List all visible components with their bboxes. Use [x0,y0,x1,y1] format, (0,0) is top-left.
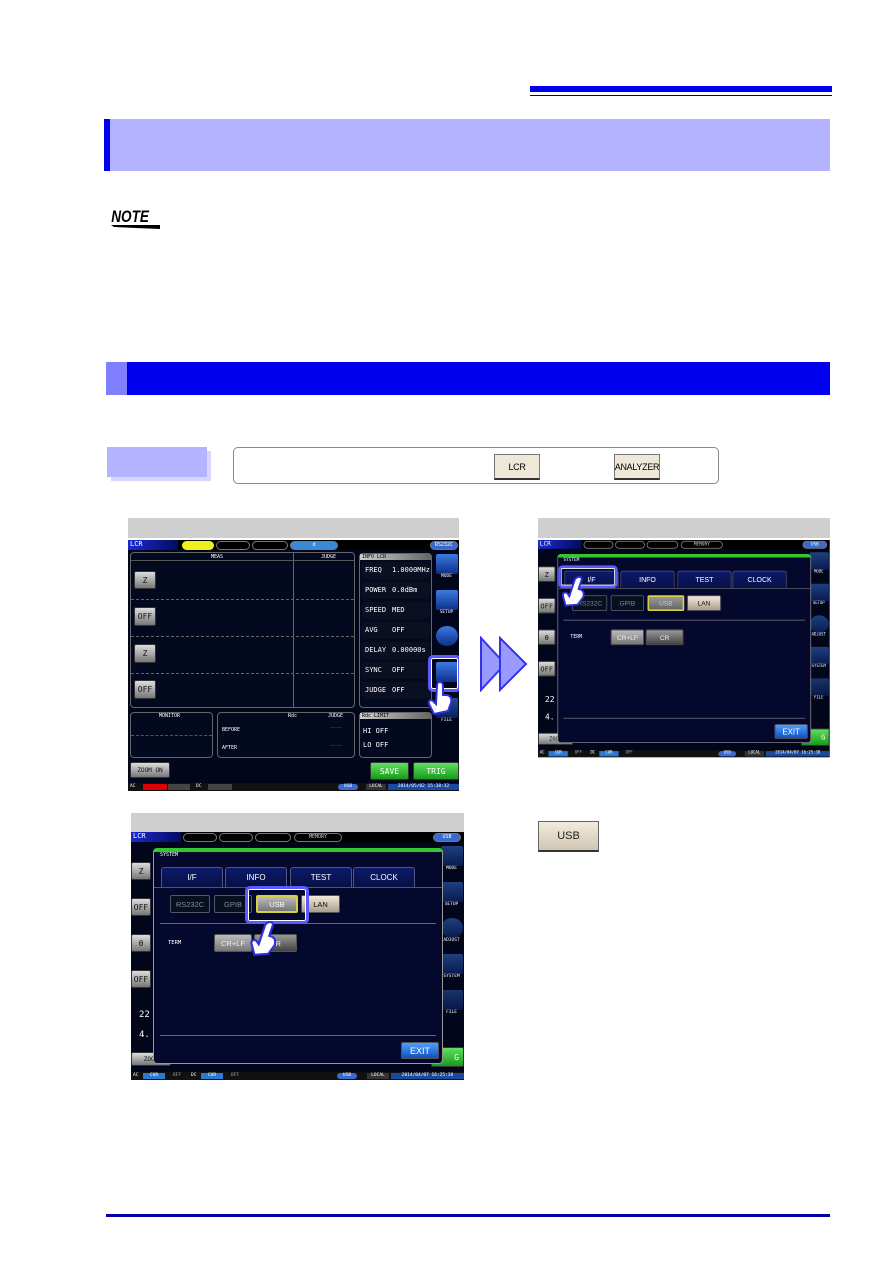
usb-key: USB [538,821,599,852]
term-label: TERM [168,940,182,946]
info-judge: JUDGE OFF [362,682,430,699]
setup-button[interactable]: SETUP [434,590,459,626]
param-pill-1[interactable] [182,541,214,550]
hand-pointer-icon [250,921,277,956]
dialog-title: SYSTEM [563,557,580,563]
info-panel: INFO LCR FREQ 1.0000MHz POWER 0.0dBm SPE… [359,553,432,708]
bg-param-button: Z [131,862,151,880]
note-logo: NOTE [111,208,160,229]
interface-badge: RS232C [430,541,458,550]
param1-button[interactable]: Z [134,571,156,589]
bg-param-button: Z [538,566,556,583]
bg-param-button: OFF [131,898,151,916]
info-freq: FREQ 1.0000MHz [362,562,430,579]
next-step-arrow-icon [480,636,528,692]
info-sync: SYNC OFF [362,662,430,679]
info-speed: SPEED MED [362,602,430,619]
info-header: INFO LCR [360,554,431,560]
tab-clock[interactable]: CLOCK [732,570,787,589]
exit-button[interactable]: EXIT [401,1042,439,1059]
analyzer-key: ANALYZER [614,454,660,480]
hand-pointer-icon [427,680,453,716]
mode-label: LCR [131,832,181,842]
rdc-panel: Rdc JUDGE BEFORE AFTER ---- ---- [217,712,355,758]
monitor-panel: MONITOR [130,712,213,758]
subsection-bar [106,362,830,395]
step2-caption [538,518,830,538]
bg-param-button: OFF [538,660,556,677]
rdc-limit-panel: Rdc LIMIT HI OFF LO OFF [359,712,432,758]
interface-badge: USB [433,833,461,842]
param-pill-3[interactable] [255,833,291,842]
memory-pill[interactable]: MEMORY [294,833,342,842]
step1-caption [128,518,459,538]
cr-lf-button[interactable]: CR+LF [610,629,644,646]
status-bar: AC DC USB LOCAL 2014/05/02 15:38:32 [128,783,459,791]
bg-param-button: θ [538,629,556,646]
mode-button[interactable]: MODE [434,554,459,590]
lcr-measurement-screen: LCR d RS232C MEAS JUDGE Z OFF Z OFF INFO… [128,540,459,791]
footer-rule [106,1214,830,1217]
param3-button[interactable]: Z [134,644,156,663]
step3-caption [131,813,464,832]
memory-pill[interactable]: MEMORY [680,540,723,549]
cr-lf-button[interactable]: CR+LF [214,934,252,952]
param-pill-1[interactable] [183,833,217,842]
param-pill-1[interactable] [583,540,614,549]
mode-label: LCR [128,540,178,550]
section-title-box [104,119,830,171]
param4-button[interactable]: OFF [134,680,156,699]
info-delay: DELAY 0.00000s [362,642,430,659]
info-avg: AVG OFF [362,622,430,639]
mode-label: LCR [538,540,582,549]
procedure-label [107,447,207,477]
system-if-screen-step2: LCR MEMORY USB Z OFF θ OFF 22 4. ZOOM G … [538,540,830,758]
bg-param-button: OFF [538,597,556,614]
param-pill-2[interactable] [615,540,645,549]
param-pill-d[interactable]: d [290,541,338,550]
header-rule-thick [530,86,832,92]
param-pill-3[interactable] [646,540,679,549]
lan-button[interactable]: LAN [686,595,722,611]
system-dialog: SYSTEM I/F INFO TEST CLOCK RS232C GPIB U… [153,848,443,1064]
header-rule-thin [530,95,832,96]
procedure-box: LCR ANALYZER [233,447,719,484]
touch-highlight [245,886,309,924]
svg-text:NOTE: NOTE [111,208,149,227]
tab-info[interactable]: INFO [225,867,287,887]
hand-pointer-icon [561,575,585,607]
term-label: TERM [570,634,583,640]
exit-button[interactable]: EXIT [774,723,808,739]
tab-if[interactable]: I/F [161,867,223,887]
param2-button[interactable]: OFF [134,607,156,626]
cr-button[interactable]: CR [645,629,684,646]
dialog-title: SYSTEM [160,852,179,858]
tab-info[interactable]: INFO [620,570,675,589]
meas-panel: MEAS JUDGE Z OFF Z OFF [130,552,355,708]
save-button[interactable]: SAVE [370,762,409,780]
tab-test[interactable]: TEST [290,867,352,887]
tab-clock[interactable]: CLOCK [353,867,415,887]
zoom-on-button[interactable]: ZOOM ON [130,762,170,778]
tab-test[interactable]: TEST [677,570,732,589]
lcr-key: LCR [494,454,540,480]
gpib-button[interactable]: GPIB [610,595,644,611]
rs232c-button[interactable]: RS232C [170,895,210,913]
info-power: POWER 0.0dBm [362,582,430,599]
bg-param-button: OFF [131,970,151,988]
param-pill-2[interactable] [216,541,250,550]
usb-button[interactable]: USB [647,595,685,611]
system-if-screen-step3: LCR MEMORY USB Z OFF θ OFF 22 4. ZOOM G … [131,832,464,1080]
interface-badge: USB [802,540,828,549]
bg-param-button: θ [131,934,151,952]
trig-button[interactable]: TRIG [413,762,459,780]
param-pill-2[interactable] [219,833,253,842]
param-pill-3[interactable] [252,541,288,550]
